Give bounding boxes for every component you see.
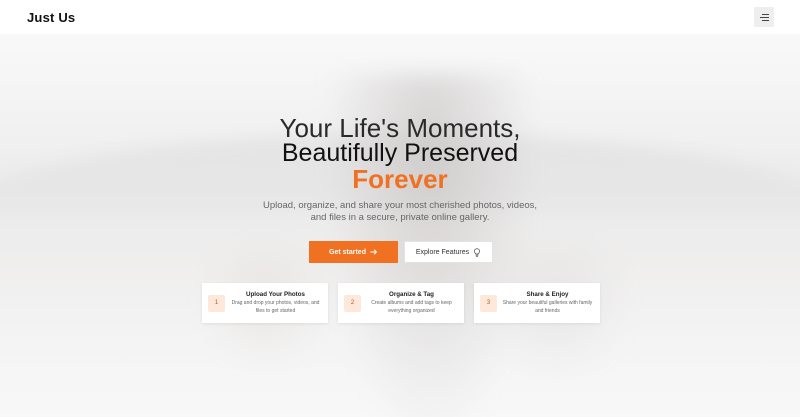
step-card-upload: 1 Upload Your Photos Drag and drop your …	[202, 283, 328, 323]
step-title: Organize & Tag	[389, 291, 434, 298]
step-number-badge: 2	[344, 294, 361, 312]
lightbulb-icon	[474, 247, 481, 257]
step-title: Share & Enjoy	[526, 291, 569, 298]
hero-subtitle: Upload, organize, and share your most ch…	[262, 200, 538, 223]
step-description: Share your beautiful galleries with fami…	[502, 300, 593, 314]
step-number-badge: 1	[208, 294, 225, 312]
step-card-organize: 2 Organize & Tag Create albums and add t…	[338, 283, 464, 323]
step-number-badge: 3	[480, 294, 497, 312]
get-started-button[interactable]: Get started	[309, 241, 398, 263]
hero-heading-accent: Forever	[352, 164, 448, 194]
arrow-right-icon	[370, 249, 377, 255]
hero-section: Your Life's Moments, Beautifully Preserv…	[0, 0, 800, 417]
explore-features-label: Explore Features	[415, 248, 470, 256]
get-started-label: Get started	[329, 248, 366, 256]
step-description: Create albums and add tags to keep every…	[371, 300, 452, 314]
explore-features-button[interactable]: Explore Features	[404, 241, 493, 263]
step-description: Drag and drop your photos, videos, and f…	[231, 300, 320, 314]
step-card-share: 3 Share & Enjoy Share your beautiful gal…	[474, 283, 600, 323]
step-title: Upload Your Photos	[246, 291, 305, 298]
